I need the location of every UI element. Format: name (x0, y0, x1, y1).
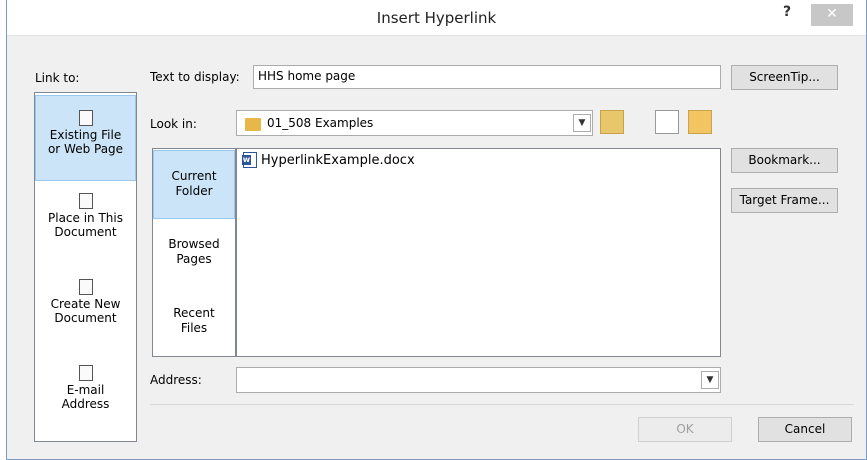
existing-file-icon (78, 110, 93, 126)
insert-hyperlink-dialog: Insert Hyperlink ? ✕ Link to: Existing F… (6, 0, 867, 460)
file-location-tabs: Current Folder Browsed Pages Recent File… (152, 148, 236, 357)
link-to-existing-file[interactable]: Existing File or Web Page (35, 95, 136, 181)
text-to-display-label: Text to display: (150, 70, 240, 84)
link-to-create-new-document[interactable]: Create New Document (35, 279, 136, 349)
bookmark-button[interactable]: Bookmark... (731, 148, 838, 173)
tab-browsed-pages[interactable]: Browsed Pages (153, 237, 235, 277)
file-list[interactable]: HyperlinkExample.docx (236, 148, 721, 357)
chevron-down-icon[interactable]: ▼ (573, 114, 591, 132)
tab-line1: Current (171, 169, 217, 183)
link-to-panel: Existing File or Web Page Place in This … (34, 92, 137, 442)
link-item-line1: Existing File (49, 128, 122, 142)
link-item-line1: E-mail (66, 383, 105, 397)
address-input[interactable]: ▼ (236, 367, 721, 393)
link-to-email-address[interactable]: E-mail Address (35, 365, 136, 435)
help-button[interactable]: ? (783, 4, 799, 24)
tab-line2: Folder (175, 184, 213, 198)
list-item[interactable]: HyperlinkExample.docx (242, 152, 415, 168)
link-to-label: Link to: (35, 71, 80, 85)
link-item-line1: Place in This (48, 211, 123, 225)
cancel-button[interactable]: Cancel (758, 417, 852, 442)
link-item-line2: Document (54, 225, 117, 239)
link-item-line2: or Web Page (47, 142, 124, 156)
divider (150, 404, 854, 405)
screentip-button[interactable]: ScreenTip... (731, 65, 838, 90)
tab-recent-files[interactable]: Recent Files (153, 306, 235, 346)
browse-file-icon[interactable] (688, 110, 712, 134)
link-item-line2: Document (54, 311, 117, 325)
text-to-display-input[interactable]: HHS home page (253, 65, 721, 89)
file-name: HyperlinkExample.docx (261, 152, 415, 168)
tab-line1: Browsed (168, 237, 220, 251)
create-document-icon (78, 279, 93, 295)
title-bar: Insert Hyperlink ? ✕ (7, 0, 866, 36)
folder-icon (245, 118, 261, 131)
tab-line1: Recent (173, 306, 215, 320)
word-document-icon (242, 152, 257, 168)
tab-current-folder[interactable]: Current Folder (153, 150, 235, 219)
target-frame-button[interactable]: Target Frame... (731, 188, 838, 213)
link-to-place-in-document[interactable]: Place in This Document (35, 193, 136, 263)
link-item-line2: Address (61, 397, 110, 411)
address-label: Address: (150, 373, 202, 387)
tab-line2: Files (180, 321, 208, 335)
look-in-label: Look in: (150, 117, 197, 131)
email-icon (78, 365, 93, 381)
link-item-line1: Create New (50, 297, 121, 311)
chevron-down-icon[interactable]: ▼ (701, 371, 719, 389)
place-in-document-icon (78, 193, 93, 209)
look-in-dropdown[interactable]: 01_508 Examples ▼ (236, 110, 593, 136)
browse-web-icon[interactable] (655, 110, 679, 134)
look-in-value: 01_508 Examples (267, 116, 374, 130)
ok-button[interactable]: OK (638, 417, 732, 442)
tab-line2: Pages (176, 252, 212, 266)
up-one-folder-icon[interactable] (600, 110, 624, 134)
dialog-title: Insert Hyperlink (376, 9, 497, 27)
close-button[interactable]: ✕ (811, 4, 853, 26)
